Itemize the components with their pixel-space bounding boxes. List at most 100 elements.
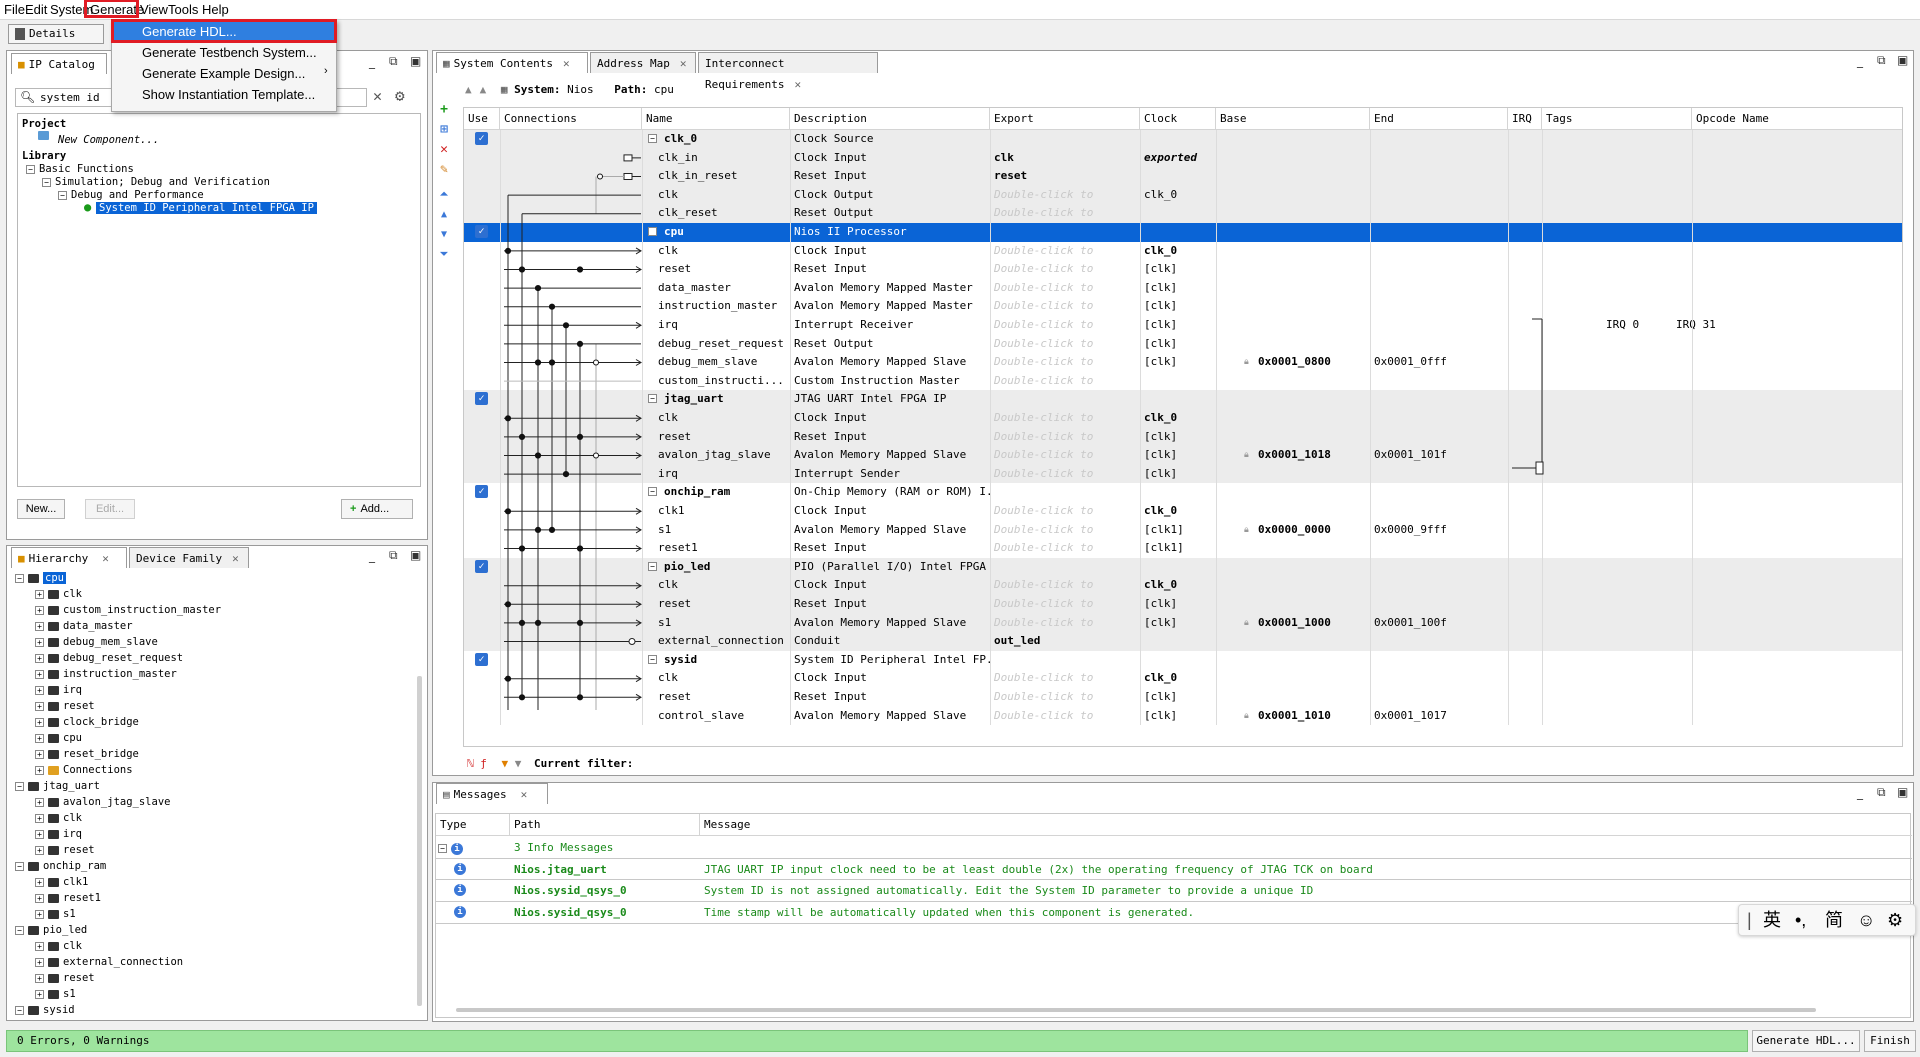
interface-row[interactable]: clk Clock Input Double-click to clk_0 <box>464 242 1902 261</box>
cell-export[interactable]: Double-click to <box>994 614 1138 633</box>
collapse-icon[interactable]: − <box>15 781 24 791</box>
filter-icon[interactable]: ▼ <box>502 757 509 770</box>
close-icon[interactable]: ✕ <box>521 788 528 801</box>
menu-file[interactable]: File <box>4 2 25 17</box>
hierarchy-item[interactable]: + reset <box>35 844 95 856</box>
expand-icon[interactable]: + <box>35 685 44 695</box>
hierarchy-item[interactable]: + avalon_jtag_slave <box>35 796 170 808</box>
remove-icon[interactable]: ✕ <box>437 143 451 157</box>
cell-export[interactable]: Double-click to <box>994 688 1138 707</box>
hierarchy-item[interactable]: + debug_reset_request <box>35 652 183 664</box>
interface-row[interactable]: s1 Avalon Memory Mapped Slave Double-click… <box>464 521 1902 540</box>
message-row[interactable]: i Nios.sysid_qsys_0 System ID is not ass… <box>436 880 1912 902</box>
system-contents-tab[interactable]: ▦ System Contents ✕ <box>436 52 588 73</box>
interface-row[interactable]: irq Interrupt Receiver Double-click to [clk… <box>464 316 1902 335</box>
cell-export[interactable]: Double-click to <box>994 576 1138 595</box>
cell-export[interactable]: Double-click to <box>994 186 1138 205</box>
collapse-icon[interactable]: − <box>15 1005 24 1015</box>
cell-export[interactable]: Double-click to <box>994 260 1138 279</box>
interconnect-tab[interactable]: Interconnect Requirements ✕ <box>698 52 878 91</box>
restore-icon[interactable]: ⧉ <box>389 54 398 69</box>
move-up-icon[interactable]: ▲ <box>437 208 451 222</box>
expand-icon[interactable]: + <box>35 653 44 663</box>
collapse-icon[interactable]: − <box>15 573 24 583</box>
cell-export[interactable]: Double-click to <box>994 279 1138 298</box>
cell-export[interactable]: Double-click to <box>994 409 1138 428</box>
expand-icon[interactable]: + <box>35 909 44 919</box>
close-icon[interactable]: ✕ <box>563 57 570 70</box>
interface-row[interactable]: reset Reset Input Double-click to [clk] <box>464 260 1902 279</box>
restore-icon[interactable]: ⧉ <box>1877 53 1886 68</box>
interface-row[interactable]: reset1 Reset Input Double-click to [clk1] <box>464 539 1902 558</box>
move-bottom-icon[interactable]: ⏷ <box>437 248 451 262</box>
cell-export[interactable]: Double-click to <box>994 372 1138 391</box>
add-component-icon[interactable]: + <box>437 103 451 117</box>
add-subsystem-icon[interactable]: ⊞ <box>437 123 451 137</box>
component-row[interactable]: ✓ − sysid System ID Peripheral Intel FP... <box>464 651 1902 670</box>
use-checkbox[interactable]: ✓ <box>475 225 488 238</box>
expand-icon[interactable]: + <box>35 893 44 903</box>
hierarchy-item[interactable]: + cpu <box>35 732 82 744</box>
tree-new-component[interactable]: New Component... <box>58 134 159 146</box>
expand-icon[interactable]: + <box>35 797 44 807</box>
collapse-icon[interactable]: − <box>648 561 657 571</box>
msg-col-type[interactable]: Type <box>436 814 510 836</box>
generate-hdl-button[interactable]: Generate HDL... <box>1752 1030 1860 1052</box>
close-icon[interactable]: ✕ <box>232 552 239 565</box>
new-button[interactable]: New... <box>17 499 65 519</box>
cell-export[interactable]: Double-click to <box>994 353 1138 372</box>
col-clock[interactable]: Clock <box>1140 108 1216 130</box>
cell-export[interactable]: reset <box>994 167 1138 186</box>
use-checkbox[interactable]: ✓ <box>475 392 488 406</box>
maximize-icon[interactable]: ▣ <box>410 54 421 68</box>
collapse-icon[interactable]: − <box>15 861 24 871</box>
use-checkbox[interactable]: ✓ <box>475 485 488 499</box>
details-tab[interactable]: Details <box>8 24 104 44</box>
hierarchy-item[interactable]: + clk1 <box>35 876 88 888</box>
hierarchy-item[interactable]: + debug_mem_slave <box>35 636 158 648</box>
col-opcode-name[interactable]: Opcode Name <box>1692 108 1902 130</box>
move-top-icon[interactable]: ⏶ <box>437 188 451 202</box>
maximize-icon[interactable]: ▣ <box>1897 785 1908 799</box>
expand-icon[interactable]: + <box>35 589 44 599</box>
interface-row[interactable]: clk Clock Output Double-click to clk_0 <box>464 185 1902 205</box>
interface-row[interactable]: clk_in Clock Input clk exported <box>464 148 1902 168</box>
col-connections[interactable]: Connections <box>500 108 642 130</box>
finish-button[interactable]: Finish <box>1864 1030 1916 1052</box>
show-template-item[interactable]: Show Instantiation Template... <box>112 84 336 105</box>
ip-catalog-tab[interactable]: ■ IP Catalog <box>11 53 107 74</box>
expand-icon[interactable]: + <box>35 813 44 823</box>
interface-row[interactable]: debug_mem_slave Avalon Memory Mapped Slav… <box>464 353 1902 372</box>
hierarchy-item[interactable]: + custom_instruction_master <box>35 604 221 616</box>
hierarchy-item[interactable]: + Connections <box>35 764 133 776</box>
messages-summary-row[interactable]: − i <box>438 838 463 858</box>
interface-row[interactable]: data_master Avalon Memory Mapped Master Do… <box>464 279 1902 298</box>
msg-col-message[interactable]: Message <box>700 814 1910 836</box>
col-base[interactable]: Base <box>1216 108 1370 130</box>
component-row[interactable]: ✓ − onchip_ram On-Chip Memory (RAM or ROM) … <box>464 483 1902 502</box>
expand-icon[interactable]: + <box>35 989 44 999</box>
close-icon[interactable]: ✕ <box>794 78 801 91</box>
component-row[interactable]: ✓ − clk_0 Clock Source <box>464 130 1902 149</box>
hierarchy-item[interactable]: + s1 <box>35 988 76 1000</box>
ime-lang-toggle[interactable]: 英 <box>1763 905 1781 935</box>
expand-icon[interactable]: + <box>35 621 44 631</box>
cell-export[interactable]: Double-click to <box>994 521 1138 540</box>
interface-row[interactable]: instruction_master Avalon Memory Mapped M… <box>464 297 1902 316</box>
hierarchy-component[interactable]: − jtag_uart <box>15 780 100 792</box>
close-icon[interactable]: ✕ <box>102 552 109 565</box>
ime-emoji-icon[interactable]: ☺ <box>1857 905 1875 935</box>
address-map-tab[interactable]: Address Map ✕ <box>590 52 696 73</box>
messages-tab[interactable]: ▤ Messages ✕ <box>436 783 548 804</box>
menu-tools[interactable]: Tools <box>168 2 198 17</box>
collapse-icon[interactable]: − <box>648 394 657 404</box>
minimize-icon[interactable]: _ <box>369 549 375 563</box>
device-family-tab[interactable]: Device Family ✕ <box>129 547 249 568</box>
restore-icon[interactable]: ⧉ <box>1877 785 1886 800</box>
tree-basic-functions[interactable]: − Basic Functions <box>26 163 134 175</box>
hierarchy-item[interactable]: + clk <box>35 588 82 600</box>
move-down-icon[interactable]: ▼ <box>437 228 451 242</box>
interface-row[interactable]: avalon_jtag_slave Avalon Memory Mapped Sl… <box>464 446 1902 465</box>
maximize-icon[interactable]: ▣ <box>410 548 421 562</box>
edit-component-icon[interactable]: ✎ <box>437 163 451 177</box>
